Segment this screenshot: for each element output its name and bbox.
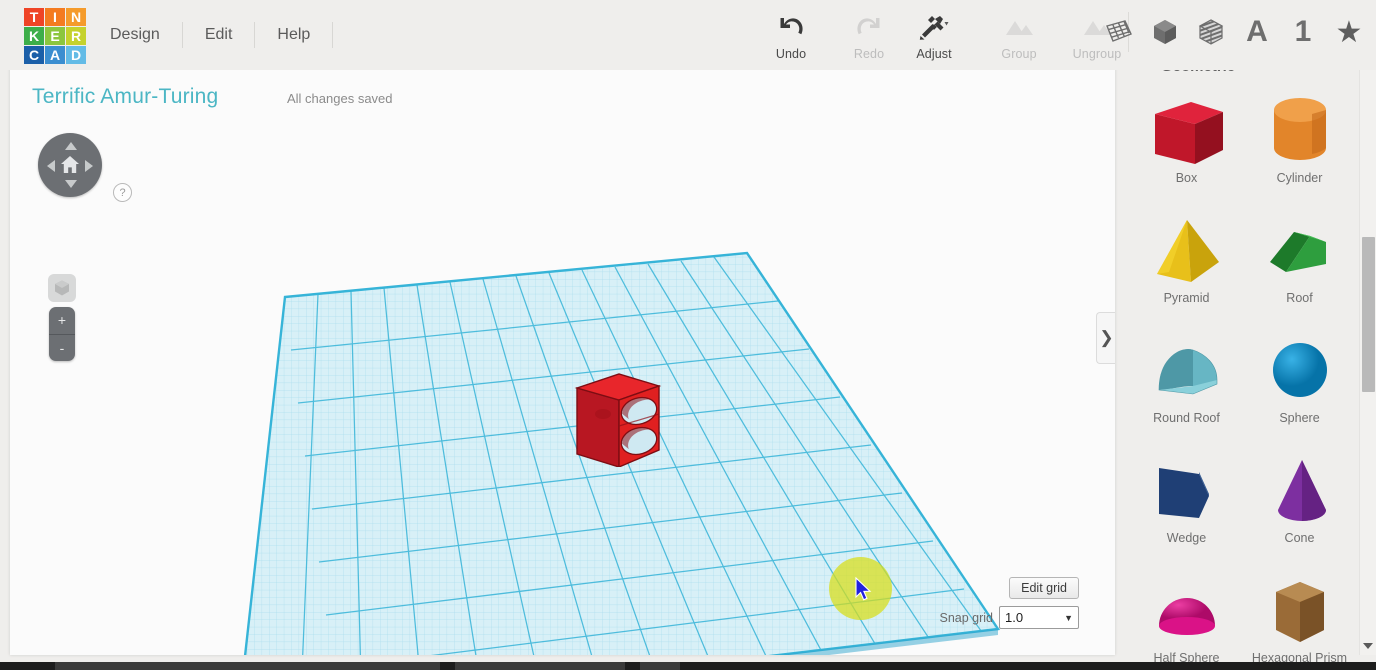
sidebar-scrollbar[interactable] [1359,57,1376,655]
shape-item-sphere[interactable]: Sphere [1243,325,1356,445]
logo-tile-n: N [66,8,86,26]
menu-item-help[interactable]: Help [255,22,334,48]
scrollbar-thumb[interactable] [1362,237,1375,392]
workplane-3d [238,251,1001,655]
snap-grid-row: Snap grid 1.0 ▼ [939,606,1079,629]
history-tool-group: Undo Redo [752,6,908,61]
logo-tile-a: A [45,46,65,64]
tinkercad-logo[interactable]: TIN KER CAD [24,8,86,64]
shape-item-wedge[interactable]: Wedge [1130,445,1243,565]
shape-item-roof[interactable]: Roof [1243,205,1356,325]
logo-tile-k: K [24,27,44,45]
redo-label: Redo [853,47,885,61]
shape-label: Cylinder [1276,171,1323,185]
adjust-label: Adjust [916,47,952,61]
favorites-star-icon[interactable]: ★ [1330,10,1368,54]
shape-label: Box [1175,171,1198,185]
zoom-out-button[interactable]: - [49,335,75,362]
snap-grid-label: Snap grid [939,610,993,625]
roof-shape-icon [1259,211,1341,289]
shape-label: Pyramid [1163,291,1210,305]
half-sphere-shape-icon [1146,571,1228,649]
menu-item-edit[interactable]: Edit [183,22,256,48]
solid-cube-icon[interactable] [1146,10,1184,54]
striped-cube-icon[interactable] [1192,10,1230,54]
red-box-object[interactable] [573,362,663,472]
undo-label: Undo [775,47,807,61]
shape-library-toolbar: A 1 ★ [1100,10,1368,54]
menu-item-design[interactable]: Design [100,22,183,48]
taskbar-item[interactable] [55,662,440,670]
zoom-in-button[interactable]: + [49,307,75,335]
sphere-shape-icon [1259,331,1341,409]
cone-shape-icon [1259,451,1341,529]
hexagonal-prism-shape-icon [1259,571,1341,649]
logo-tile-c: C [24,46,44,64]
snap-grid-value: 1.0 [1005,610,1024,625]
home-view-icon[interactable] [59,154,81,176]
tinkercad-app: TINKERCAD Design Edit Help Undo Redo Adj… [0,0,1376,670]
adjust-tools-icon [917,12,951,42]
shape-label: Round Roof [1153,411,1220,425]
shape-label: Wedge [1166,531,1207,545]
design-canvas-panel[interactable]: lane Terrific Amur-Turing All changes sa… [10,57,1115,655]
shape-item-half-sphere[interactable]: Half Sphere [1130,565,1243,670]
view-navigation-widget: ? + - [38,133,132,361]
view-cube-control[interactable] [38,133,102,197]
logo-tile-r: R [66,27,86,45]
taskbar-item[interactable] [455,662,625,670]
group-label: Group [1001,47,1037,61]
shape-item-cylinder[interactable]: Cylinder [1243,85,1356,205]
logo-tile-e: E [45,27,65,45]
shape-grid: Box Cylinder Pyramid Roof Round Roof Sphere We… [1130,85,1358,670]
cylinder-shape-icon [1259,91,1341,169]
box-shape-icon [1146,91,1228,169]
redo-arrow-icon [852,12,886,42]
view-right-arrow-icon[interactable] [85,160,93,172]
group-button[interactable]: Group [980,6,1058,61]
chevron-down-icon: ▼ [1064,612,1073,623]
logo-tile-d: D [66,46,86,64]
os-taskbar [0,662,1376,670]
pyramid-shape-icon [1146,211,1228,289]
shape-item-box[interactable]: Box [1130,85,1243,205]
taskbar-item[interactable] [640,662,680,670]
view-down-arrow-icon[interactable] [65,180,77,188]
save-status-label: All changes saved [287,91,393,106]
undo-arrow-icon [774,12,808,42]
wedge-shape-icon [1146,451,1228,529]
edit-grid-button[interactable]: Edit grid [1009,577,1079,599]
logo-tile-i: I [45,8,65,26]
group-shapes-icon [1002,12,1036,42]
logo-tile-t: T [24,8,44,26]
top-toolbar: TINKERCAD Design Edit Help Undo Redo Adj… [0,0,1376,70]
shape-item-hexagonal-prism[interactable]: Hexagonal Prism [1243,565,1356,670]
shape-label: Roof [1286,291,1313,305]
workplane-icon[interactable] [1100,10,1138,54]
adjust-button[interactable]: Adjust [895,6,973,61]
shape-label: Cone [1284,531,1315,545]
view-up-arrow-icon[interactable] [65,142,77,150]
shape-label: Sphere [1279,411,1320,425]
adjust-tool-group: Adjust [895,6,973,61]
project-title[interactable]: Terrific Amur-Turing [32,85,218,109]
shape-item-cone[interactable]: Cone [1243,445,1356,565]
mouse-cursor [855,576,873,608]
view-left-arrow-icon[interactable] [47,160,55,172]
main-menu: Design Edit Help [100,0,334,70]
undo-button[interactable]: Undo [752,6,830,61]
panel-collapse-button[interactable]: ❯ [1096,312,1115,364]
snap-grid-select[interactable]: 1.0 ▼ [999,606,1079,629]
round-roof-shape-icon [1146,331,1228,409]
grid-controls: Edit grid Snap grid 1.0 ▼ [939,577,1079,629]
number-one-icon[interactable]: 1 [1284,10,1322,54]
scroll-down-arrow-icon[interactable] [1363,643,1373,649]
help-question-icon[interactable]: ? [113,183,132,202]
text-letter-icon[interactable]: A [1238,10,1276,54]
shape-item-round-roof[interactable]: Round Roof [1130,325,1243,445]
shape-item-pyramid[interactable]: Pyramid [1130,205,1243,325]
zoom-controls: + - [49,307,75,361]
fit-to-view-icon[interactable] [48,274,76,302]
